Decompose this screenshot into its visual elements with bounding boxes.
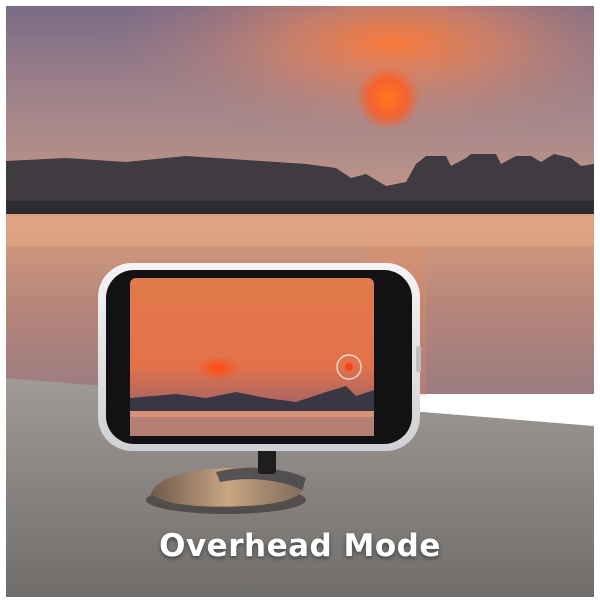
phone-screen	[130, 278, 374, 436]
product-photo-frame: Overhead Mode	[6, 6, 594, 597]
sun	[356, 66, 420, 130]
sunset-phone-stand-photo	[6, 6, 594, 597]
side-button	[416, 346, 421, 372]
mode-caption: Overhead Mode	[159, 528, 441, 564]
